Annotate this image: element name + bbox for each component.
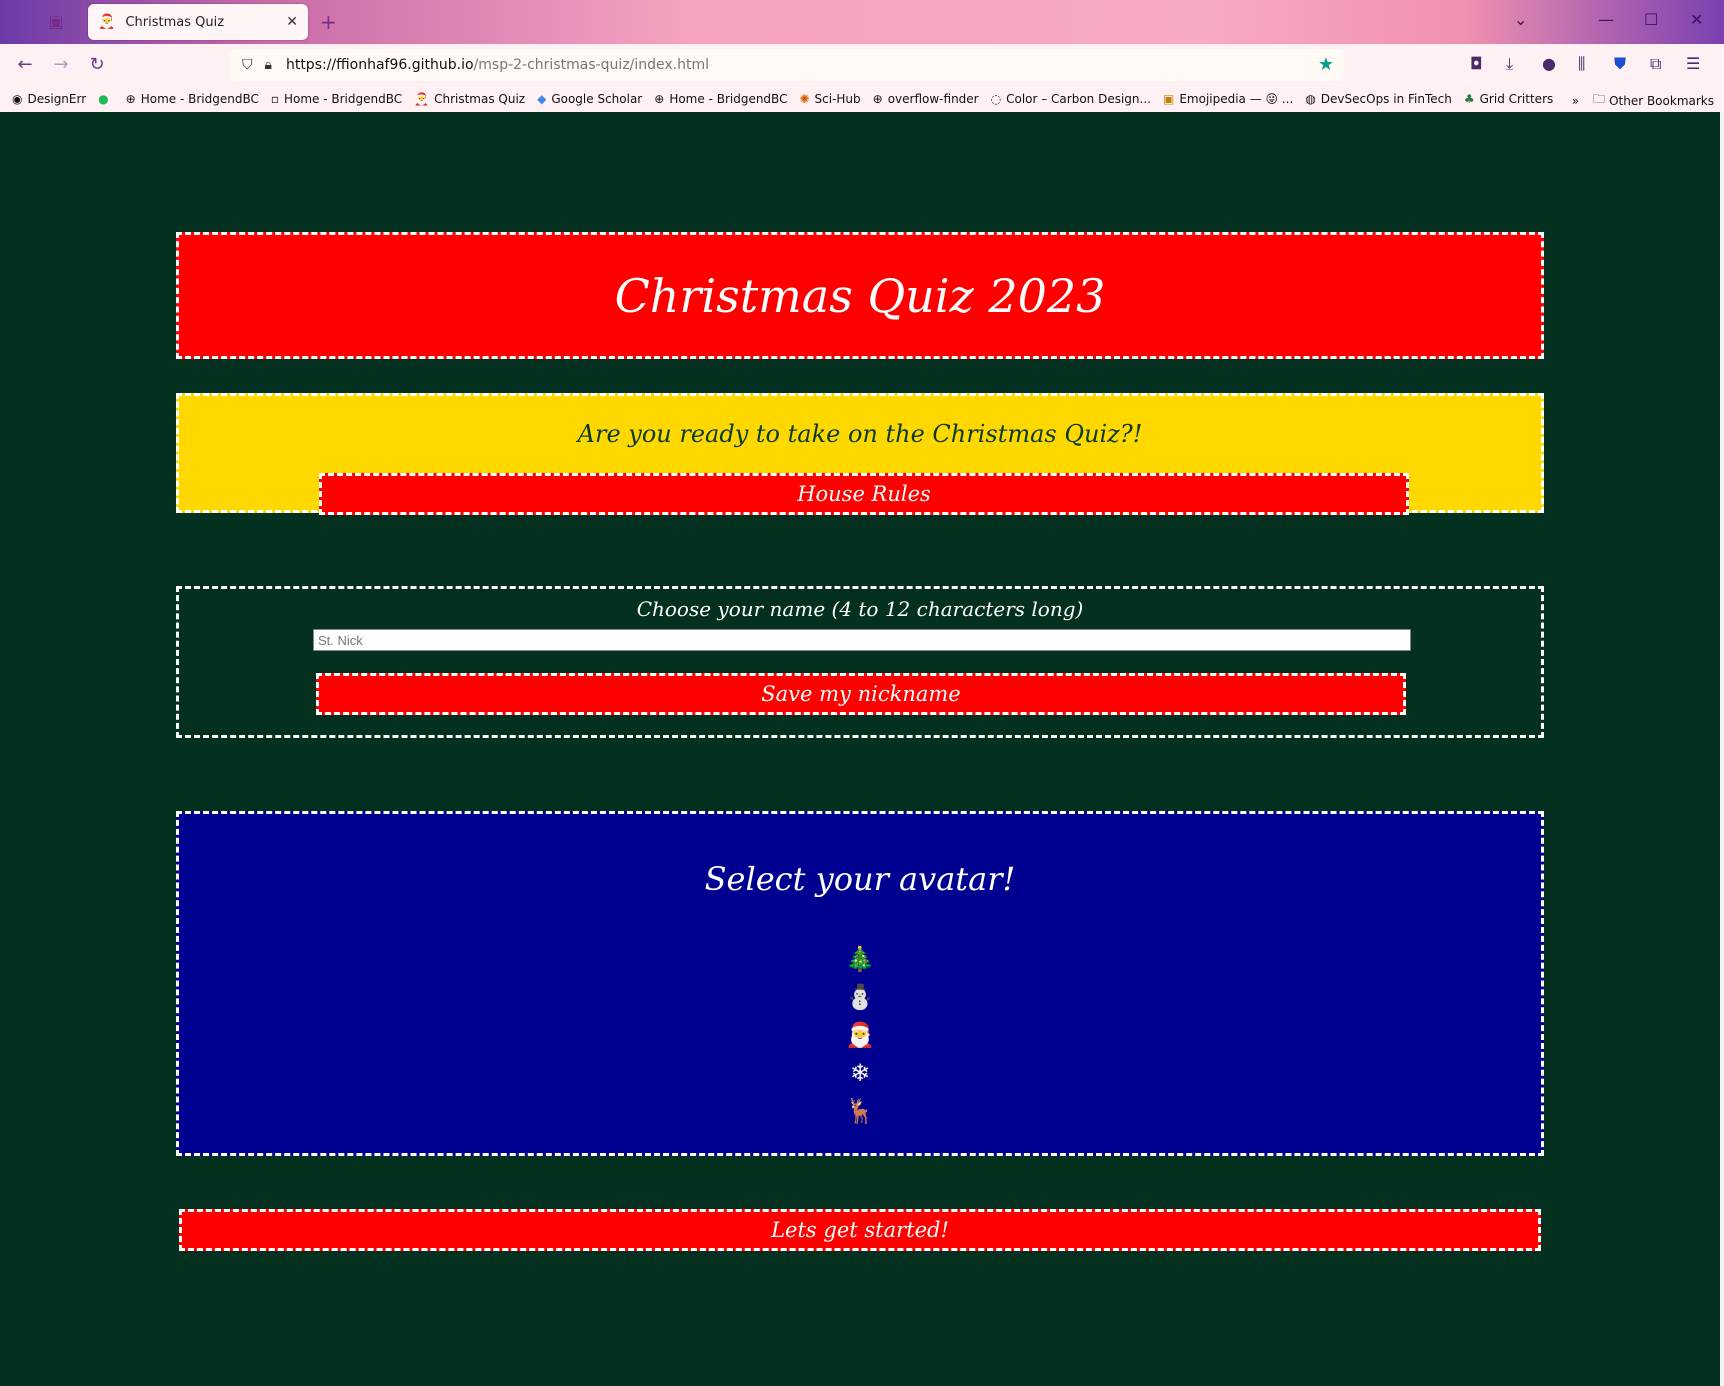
forward-icon[interactable]: → — [48, 52, 74, 78]
window-close-icon[interactable]: ✕ — [1690, 10, 1703, 29]
other-bookmarks-label: Other Bookmarks — [1609, 93, 1714, 108]
bookmark-label: Color – Carbon Design... — [1006, 92, 1151, 106]
url-host: https://ffionhaf96.github.io — [285, 57, 474, 73]
tab-christmas-quiz[interactable]: 🎅 Christmas Quiz ✕ — [88, 4, 308, 40]
new-tab-icon[interactable]: + — [320, 10, 337, 34]
library-icon[interactable]: ⫼ — [1578, 54, 1585, 74]
santa-icon: 🎅 — [414, 92, 430, 106]
bookmark-designerr[interactable]: ◉ DesignErr — [12, 92, 86, 106]
devsecops-icon: ◍ — [1305, 92, 1316, 106]
bookmark-label: Sci-Hub — [814, 92, 861, 106]
globe-icon: ⊕ — [654, 92, 665, 106]
bookmark-scihub[interactable]: ✺ Sci-Hub — [799, 92, 860, 106]
snowflake-icon[interactable]: ❄ — [850, 1054, 870, 1092]
bookmark-overflow-finder[interactable]: ⊕ overflow-finder — [873, 92, 979, 106]
github-icon: ◉ — [12, 92, 23, 106]
bookmark-devsecops[interactable]: ◍ DevSecOps in FinTech — [1305, 92, 1452, 106]
shield-icon[interactable]: ⛉ — [242, 57, 253, 73]
close-icon[interactable]: ✕ — [286, 14, 298, 30]
bookmark-google-scholar[interactable]: ◆ Google Scholar — [537, 92, 642, 106]
scihub-icon: ✺ — [799, 92, 810, 106]
chevron-double-right-icon[interactable]: » — [1572, 94, 1579, 108]
bitwarden-icon[interactable]: ⛊ — [1614, 54, 1626, 74]
scholar-icon: ◆ — [537, 92, 547, 106]
other-bookmarks[interactable]: » 🗀 Other Bookmarks — [1572, 90, 1714, 111]
bookmark-label: Google Scholar — [551, 92, 643, 106]
bookmark-bridgend-1[interactable]: ⊕ Home - BridgendBC — [126, 92, 259, 106]
intro-section: Are you ready to take on the Christmas Q… — [176, 393, 1544, 515]
globe-icon: ⊕ — [872, 92, 883, 106]
christmas-tree-icon[interactable]: 🎄 — [845, 940, 875, 978]
page-title: Christmas Quiz 2023 — [614, 268, 1106, 323]
bookmark-label: Emojipedia — 😜 ... — [1179, 92, 1294, 106]
extensions-icon[interactable]: ⧉ — [1650, 54, 1661, 74]
download-icon[interactable]: ⤓ — [1506, 54, 1513, 74]
page-content: Christmas Quiz 2023 Are you ready to tak… — [0, 112, 1720, 1386]
bookmark-star-icon[interactable]: ★ — [1318, 54, 1334, 75]
bookmark-label: overflow-finder — [887, 92, 979, 106]
menu-icon[interactable]: ☰ — [1686, 54, 1700, 73]
url-text[interactable]: https://ffionhaf96.github.io/msp-2-chris… — [286, 57, 709, 73]
bookmark-christmas-quiz[interactable]: 🎅 Christmas Quiz — [414, 92, 525, 106]
nav-bar: ← → ↻ ⛉ 🔒︎ https://ffionhaf96.github.io/… — [0, 44, 1724, 86]
bookmark-grid-critters[interactable]: ♣ Grid Critters — [1464, 92, 1553, 106]
scrollbar[interactable] — [1720, 112, 1724, 1386]
bookmarks-bar: ◉ DesignErr ● ⊕ Home - BridgendBC ▫ Home - … — [0, 86, 1724, 113]
bookmark-bridgend-2[interactable]: ▫ Home - BridgendBC — [271, 92, 402, 106]
reindeer-icon[interactable]: 🦌 — [845, 1092, 875, 1130]
avatar-title: Select your avatar! — [704, 860, 1016, 898]
back-icon[interactable]: ← — [12, 52, 38, 78]
avatar-list: 🎄 ⛄ 🎅 ❄ 🦌 — [179, 940, 1541, 1130]
bookmark-spotify[interactable]: ● — [98, 92, 113, 106]
nickname-section: Choose your name (4 to 12 characters lon… — [176, 586, 1544, 738]
minimize-icon[interactable]: — — [1598, 10, 1614, 29]
santa-icon: 🎅 — [98, 14, 116, 30]
bookmark-label: Home - BridgendBC — [283, 92, 403, 106]
nickname-label: Choose your name (4 to 12 characters lon… — [636, 597, 1084, 621]
bookmark-bridgend-3[interactable]: ⊕ Home - BridgendBC — [654, 92, 787, 106]
profile-avatar-icon[interactable]: ● — [1542, 54, 1556, 73]
bookmark-label: Home - BridgendBC — [140, 92, 259, 106]
gridcritters-icon: ♣ — [1463, 92, 1475, 106]
chevron-down-icon[interactable]: ⌄ — [1514, 10, 1527, 29]
spotify-icon: ● — [98, 92, 109, 106]
title-banner: Christmas Quiz 2023 — [176, 232, 1544, 359]
santa-icon[interactable]: 🎅 — [845, 1016, 875, 1054]
start-quiz-button[interactable]: Lets get started! — [179, 1209, 1541, 1251]
reload-icon[interactable]: ↻ — [84, 52, 110, 78]
emojipedia-icon: ▣ — [1162, 92, 1175, 106]
bookmark-label: Home - BridgendBC — [669, 92, 788, 106]
folder-icon: 🗀 — [1593, 92, 1606, 106]
intro-text: Are you ready to take on the Christmas Q… — [577, 420, 1143, 448]
page-icon: ▫ — [270, 92, 279, 106]
tab-title: Christmas Quiz — [125, 14, 225, 30]
tab-list-icon[interactable]: ▣ — [44, 10, 68, 34]
bookmark-emojipedia[interactable]: ▣ Emojipedia — 😜 ... — [1163, 92, 1293, 106]
carbon-icon: ◌ — [990, 92, 1002, 106]
snowman-icon[interactable]: ⛄ — [845, 978, 875, 1016]
maximize-icon[interactable]: ☐ — [1644, 10, 1658, 29]
house-rules-button[interactable]: House Rules — [319, 473, 1409, 515]
avatar-section: Select your avatar! 🎄 ⛄ 🎅 ❄ 🦌 — [176, 811, 1544, 1156]
bookmark-label: DevSecOps in FinTech — [1320, 92, 1452, 106]
save-nickname-button[interactable]: Save my nickname — [316, 673, 1406, 715]
address-bar[interactable]: ⛉ 🔒︎ https://ffionhaf96.github.io/msp-2-… — [230, 49, 1344, 81]
nickname-input[interactable] — [313, 629, 1411, 651]
bookmark-label: Grid Critters — [1479, 92, 1554, 106]
lock-icon[interactable]: 🔒︎ — [265, 57, 272, 73]
tab-bar: ▣ 🎅 Christmas Quiz ✕ + ⌄ — ☐ ✕ — [0, 0, 1724, 44]
bookmark-carbon[interactable]: ◌ Color – Carbon Design... — [991, 92, 1151, 106]
bookmark-label: Christmas Quiz — [434, 92, 526, 106]
pocket-icon[interactable]: ◘ — [1470, 54, 1483, 73]
globe-icon: ⊕ — [125, 92, 136, 106]
bookmark-label: DesignErr — [27, 92, 87, 106]
url-path: /msp-2-christmas-quiz/index.html — [473, 57, 710, 73]
